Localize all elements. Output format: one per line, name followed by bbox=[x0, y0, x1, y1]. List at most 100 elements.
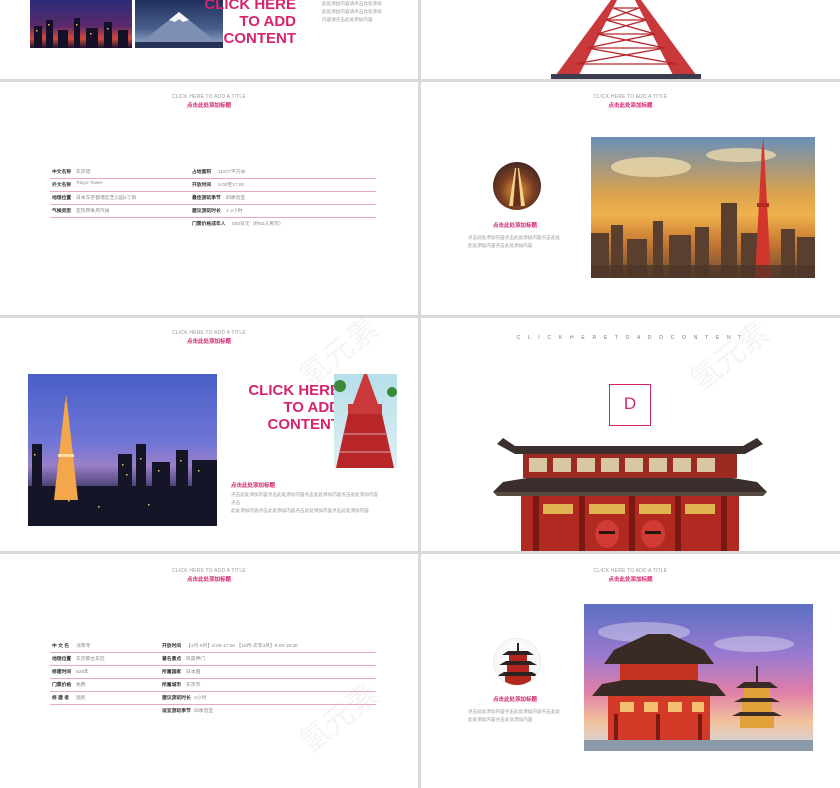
table-key: 中 文 名 bbox=[52, 644, 70, 649]
slide-5[interactable]: CLICK HERE TO ADD A TITLE 点击此处添加标题 氢元素 C… bbox=[0, 318, 418, 551]
big-text-line-2: TO ADD bbox=[239, 13, 296, 30]
slide-title[interactable]: CLICK HERE TO ADD A TITLE bbox=[421, 94, 840, 100]
slide-subtitle[interactable]: 点击此处添加标题 bbox=[421, 575, 840, 583]
click-here-big-text[interactable]: CLICK HERE TO ADD CONTENT bbox=[200, 0, 296, 47]
slide-4[interactable]: CLICK HERE TO ADD A TITLE 点击此处添加标题 点击此处添… bbox=[421, 82, 840, 315]
slide-1-body[interactable]: 此处添加内容请点击此处添加 此处添加内容请点击此处添加 内容请点击此处添加内容 bbox=[322, 0, 392, 24]
table-value: 11577平方米 bbox=[218, 170, 246, 175]
table-value: 9:00至17:00 bbox=[218, 183, 245, 188]
night-city-photo bbox=[30, 0, 132, 48]
table-key: 开放时间 bbox=[162, 644, 182, 649]
table-row: 中文名称 东京塔 占地面积 11577平方米 bbox=[50, 166, 376, 179]
slide-title[interactable]: CLICK HERE TO ADD A TITLE bbox=[421, 568, 840, 574]
sensoji-temple-photo bbox=[584, 604, 813, 751]
image-caption[interactable]: 点击此处添加标题 bbox=[231, 481, 275, 489]
slide-2[interactable] bbox=[421, 0, 840, 79]
watermark: 氢元素 bbox=[679, 318, 777, 399]
info-table[interactable]: 中文名称 东京塔 占地面积 11577平方米 外文名称 Tokyo Tower 开放时间 9… bbox=[50, 166, 376, 236]
info-table[interactable]: 中 文 名 浅草寺 开放时间 【4月-9月】6:00-17:00 【10月-次年3月】… bbox=[50, 640, 376, 724]
temple-gate-icon bbox=[493, 438, 767, 551]
pagoda-circle-photo bbox=[493, 638, 541, 686]
tokyo-tower-base-photo bbox=[551, 0, 701, 79]
click-here-big-text[interactable]: CLICK HERE TO ADD CONTENT bbox=[240, 382, 340, 433]
table-value: 风雷神门 bbox=[186, 657, 206, 662]
table-row: 中 文 名 浅草寺 开放时间 【4月-9月】6:00-17:00 【10月-次年3月】… bbox=[50, 640, 376, 653]
table-row: 适宜游玩季节 四季皆宜 bbox=[50, 705, 376, 718]
table-value: 东京市 bbox=[186, 683, 201, 688]
table-key: 修 建 者 bbox=[52, 696, 70, 701]
big-text-line-3: CONTENT bbox=[223, 30, 297, 47]
slide-8[interactable]: CLICK HERE TO ADD A TITLE 点击此处添加标题 点击此处添… bbox=[421, 554, 840, 788]
tower-circle-photo bbox=[493, 162, 541, 210]
table-value: 628年 bbox=[76, 670, 89, 675]
body-line-1: 点击此处添加内容点击此处添加内容点击此处添加内容点击此处添加内容点击 bbox=[231, 492, 379, 505]
body-line-2: 此处添加内容点击此处添加内容点击此处添加内容点击此处添加内容 bbox=[231, 508, 369, 513]
slide-subtitle[interactable]: 点击此处添加标题 bbox=[421, 101, 840, 109]
image-caption[interactable]: 点击此处添加标题 bbox=[493, 695, 537, 703]
table-value: 亚热带季风气候 bbox=[76, 209, 110, 214]
table-key: 外文名称 bbox=[52, 183, 72, 188]
sunset-tokyo-photo bbox=[591, 137, 815, 278]
slide-title[interactable]: CLICK HERE TO ADD A TITLE bbox=[0, 330, 418, 336]
table-key: 地理位置 bbox=[52, 196, 72, 201]
caption-body[interactable]: 点击此处添加内容点击此处添加内容点击此处 此处添加内容点击此处添加内容 bbox=[468, 234, 578, 250]
body-line-2: 此处添加内容点击此处添加内容 bbox=[468, 717, 533, 722]
table-value: 东京都台东区 bbox=[76, 657, 105, 662]
table-key: 适宜游玩季节 bbox=[162, 709, 191, 714]
table-value: 免费 bbox=[76, 683, 86, 688]
table-key: 门票价格 bbox=[52, 683, 72, 688]
table-key: 开放时间 bbox=[192, 183, 212, 188]
spaced-title[interactable]: C L I C K H E R E T O A D D C O N T E N … bbox=[421, 335, 840, 341]
slide-subtitle[interactable]: 点击此处添加标题 bbox=[0, 575, 418, 583]
temple-gate-photo bbox=[493, 434, 767, 551]
pagoda-icon bbox=[497, 643, 539, 685]
body-line-1: 点击此处添加内容点击此处添加内容点击此处 bbox=[468, 709, 560, 714]
table-key: 建议游玩时长 bbox=[192, 209, 221, 214]
table-key: 中文名称 bbox=[52, 170, 72, 175]
body-line-1: 此处添加内容请点击此处添加 bbox=[322, 1, 382, 6]
table-row: 修建时间 628年 所属国家 日本国 bbox=[50, 666, 376, 679]
body-line-3: 内容请点击此处添加内容 bbox=[322, 17, 373, 22]
body-line-1: 点击此处添加内容点击此处添加内容点击此处 bbox=[468, 235, 560, 240]
table-value: 浅草寺 bbox=[76, 644, 91, 649]
big-text-line-2: TO ADD bbox=[283, 399, 340, 416]
tower-closeup-icon bbox=[334, 374, 397, 468]
slide-title[interactable]: CLICK HERE TO ADD A TITLE bbox=[0, 568, 418, 574]
sunset-skyline-icon bbox=[591, 139, 815, 278]
table-value: 3小时 bbox=[194, 696, 207, 701]
body-line-2: 此处添加内容点击此处添加内容 bbox=[468, 243, 533, 248]
tower-icon bbox=[509, 168, 525, 206]
city-skyline-icon bbox=[34, 18, 128, 48]
body-line-2: 此处添加内容请点击此处添加 bbox=[322, 9, 382, 14]
letter-d: D bbox=[623, 394, 637, 413]
table-key: 门票价格成年人 bbox=[192, 222, 226, 227]
caption-body[interactable]: 点击此处添加内容点击此处添加内容点击此处 此处添加内容点击此处添加内容 bbox=[468, 708, 578, 724]
big-text-line-3: CONTENT bbox=[267, 416, 341, 433]
table-value: 四季皆宜 bbox=[194, 709, 214, 714]
table-value: 渔民 bbox=[76, 696, 86, 701]
night-skyline-icon bbox=[28, 396, 217, 526]
slide-3[interactable]: CLICK HERE TO ADD A TITLE 点击此处添加标题 中文名称东… bbox=[0, 82, 418, 315]
slide-title[interactable]: CLICK HERE TO ADD A TITLE bbox=[0, 94, 418, 100]
tower-closeup-photo bbox=[334, 374, 397, 468]
table-row: 地理位置 日本东京都港区芝公园4丁目 最佳游玩季节 四季皆宜 bbox=[50, 192, 376, 205]
table-value: 【4月-9月】6:00-17:00 【10月-次年3月】6:00-18:30 bbox=[186, 644, 298, 649]
table-row: 修 建 者 渔民 建议游玩时长 3小时 bbox=[50, 692, 376, 705]
table-row: 气候类型 亚热带季风气候 建议游玩时长 1-2小时 bbox=[50, 205, 376, 218]
slide-6[interactable]: C L I C K H E R E T O A D D C O N T E N … bbox=[421, 318, 840, 551]
table-key: 最佳游玩季节 bbox=[192, 196, 221, 201]
caption-body[interactable]: 点击此处添加内容点击此处添加内容点击此处添加内容点击此处添加内容点击 此处添加内… bbox=[231, 491, 381, 515]
table-row: 地理位置 东京都台东区 著名景点 风雷神门 bbox=[50, 653, 376, 666]
image-caption[interactable]: 点击此处添加标题 bbox=[493, 221, 537, 229]
table-row: 门票价格 免费 所属城市 东京市 bbox=[50, 679, 376, 692]
table-value: Tokyo Tower bbox=[76, 181, 103, 186]
slide-subtitle[interactable]: 点击此处添加标题 bbox=[0, 101, 418, 109]
slide-subtitle[interactable]: 点击此处添加标题 bbox=[0, 337, 418, 345]
table-value: 日本东京都港区芝公园4丁目 bbox=[76, 196, 137, 201]
table-key: 地理位置 bbox=[52, 657, 72, 662]
slide-7[interactable]: CLICK HERE TO ADD A TITLE 点击此处添加标题 氢元素 中… bbox=[0, 554, 418, 788]
slide-1[interactable]: CLICK HERE TO ADD CONTENT 此处添加内容请点击此处添加 … bbox=[0, 0, 418, 79]
night-tower-photo bbox=[28, 374, 217, 526]
table-value: 1-2小时 bbox=[226, 209, 243, 214]
table-key: 所属城市 bbox=[162, 683, 182, 688]
